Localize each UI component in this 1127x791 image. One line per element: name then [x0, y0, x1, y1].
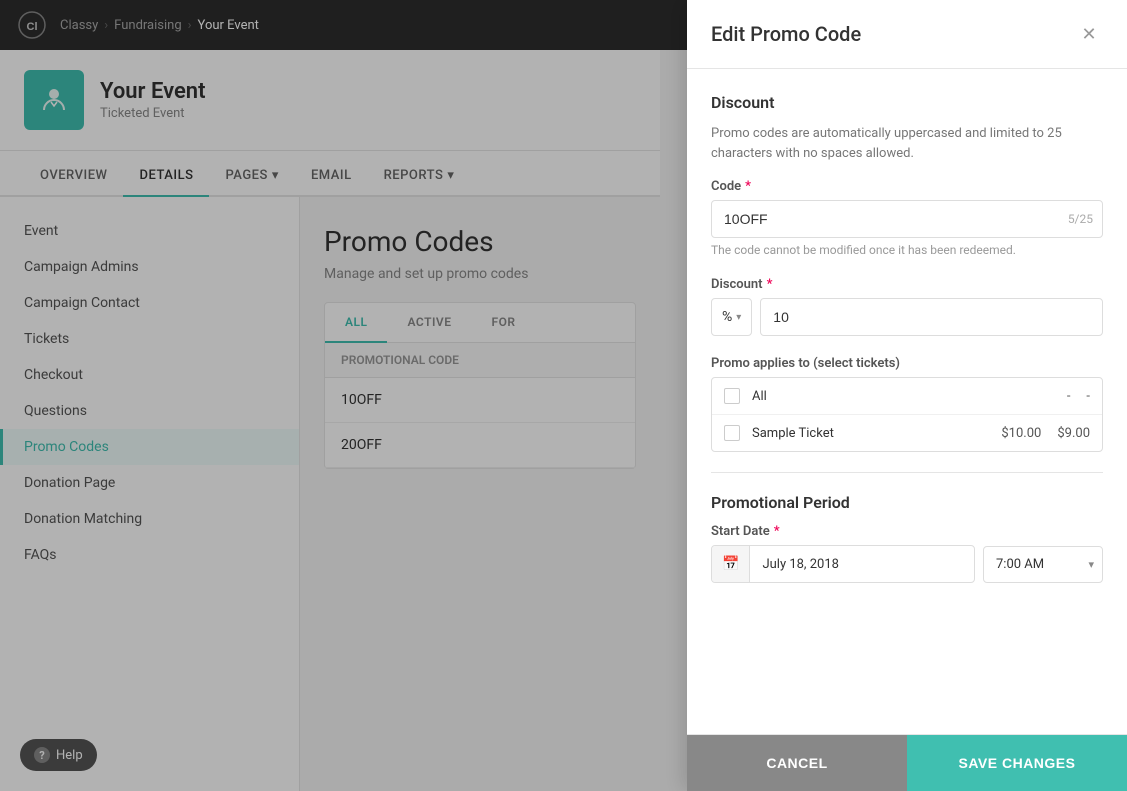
discount-form-group: Discount * % ▾	[711, 277, 1103, 336]
start-time-value: 7:00 AM	[984, 547, 1080, 582]
discount-value-input[interactable]	[760, 298, 1103, 336]
panel-title: Edit Promo Code	[711, 22, 861, 46]
panel-header: Edit Promo Code ✕	[687, 0, 1127, 69]
discount-section-desc: Promo codes are automatically uppercased…	[711, 124, 1103, 163]
ticket-price-all: -	[1067, 389, 1071, 404]
discount-section-title: Discount	[711, 93, 1103, 112]
required-star-2: *	[767, 277, 773, 292]
code-label: Code *	[711, 179, 1103, 194]
ticket-name-all: All	[752, 389, 1059, 404]
close-button[interactable]: ✕	[1075, 20, 1103, 48]
start-date-value: July 18, 2018	[750, 547, 974, 582]
ticket-discounted-sample: $9.00	[1057, 426, 1090, 441]
discount-row: % ▾	[711, 298, 1103, 336]
panel-footer: CANCEL SAVE CHANGES	[687, 734, 1127, 791]
applies-to-form-group: Promo applies to (select tickets) All - …	[711, 356, 1103, 452]
code-input[interactable]	[711, 200, 1103, 238]
ticket-row-sample: Sample Ticket $10.00 $9.00	[712, 415, 1102, 451]
ticket-checkbox-sample[interactable]	[724, 425, 740, 441]
save-button[interactable]: SAVE CHANGES	[907, 735, 1127, 791]
edit-promo-panel: Edit Promo Code ✕ Discount Promo codes a…	[687, 0, 1127, 791]
time-select-wrapper[interactable]: 7:00 AM ▾	[983, 546, 1103, 583]
divider	[711, 472, 1103, 473]
discount-label-text: Discount	[711, 277, 763, 292]
calendar-icon: 📅	[712, 546, 750, 582]
code-counter: 5/25	[1068, 212, 1093, 226]
discount-label: Discount *	[711, 277, 1103, 292]
date-row: 📅 July 18, 2018 7:00 AM ▾	[711, 545, 1103, 583]
start-date-label-text: Start Date	[711, 524, 770, 539]
tickets-section: All - - Sample Ticket $10.00 $9.00	[711, 377, 1103, 452]
code-label-text: Code	[711, 179, 741, 194]
panel-body: Discount Promo codes are automatically u…	[687, 69, 1127, 734]
code-hint: The code cannot be modified once it has …	[711, 243, 1103, 257]
discount-type-select[interactable]: % ▾	[711, 298, 752, 336]
ticket-price-sample: $10.00	[1001, 426, 1041, 441]
discount-type-value: %	[722, 309, 732, 325]
required-star: *	[745, 179, 751, 194]
applies-to-label: Promo applies to (select tickets)	[711, 356, 1103, 371]
period-section-title: Promotional Period	[711, 493, 1103, 512]
start-date-label: Start Date *	[711, 524, 1103, 539]
promotional-period-section: Promotional Period Start Date * 📅 July 1…	[711, 493, 1103, 583]
ticket-name-sample: Sample Ticket	[752, 426, 993, 441]
chevron-down-icon-time: ▾	[1080, 548, 1102, 581]
code-form-group: Code * 5/25 The code cannot be modified …	[711, 179, 1103, 257]
required-star-3: *	[774, 524, 780, 539]
date-input-wrapper[interactable]: 📅 July 18, 2018	[711, 545, 975, 583]
cancel-button[interactable]: CANCEL	[687, 735, 907, 791]
chevron-down-icon-discount: ▾	[736, 312, 741, 323]
code-input-wrapper: 5/25	[711, 200, 1103, 238]
applies-to-label-text: Promo applies to (select tickets)	[711, 356, 900, 371]
start-date-form-group: Start Date * 📅 July 18, 2018 7:00 AM ▾	[711, 524, 1103, 583]
ticket-discounted-all: -	[1086, 389, 1090, 404]
ticket-row-all: All - -	[712, 378, 1102, 415]
ticket-checkbox-all[interactable]	[724, 388, 740, 404]
